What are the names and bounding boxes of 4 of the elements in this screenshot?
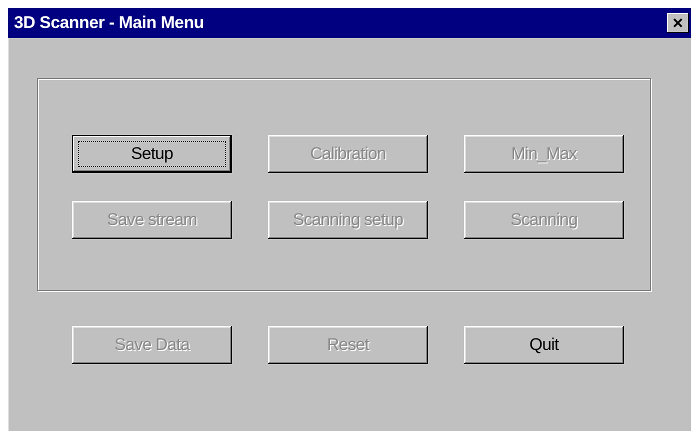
close-button[interactable]: ✕ <box>667 13 689 33</box>
window-title: 3D Scanner - Main Menu <box>14 13 204 33</box>
menu-button[interactable]: Setup <box>72 135 232 173</box>
menu-button[interactable]: Quit <box>464 326 624 364</box>
